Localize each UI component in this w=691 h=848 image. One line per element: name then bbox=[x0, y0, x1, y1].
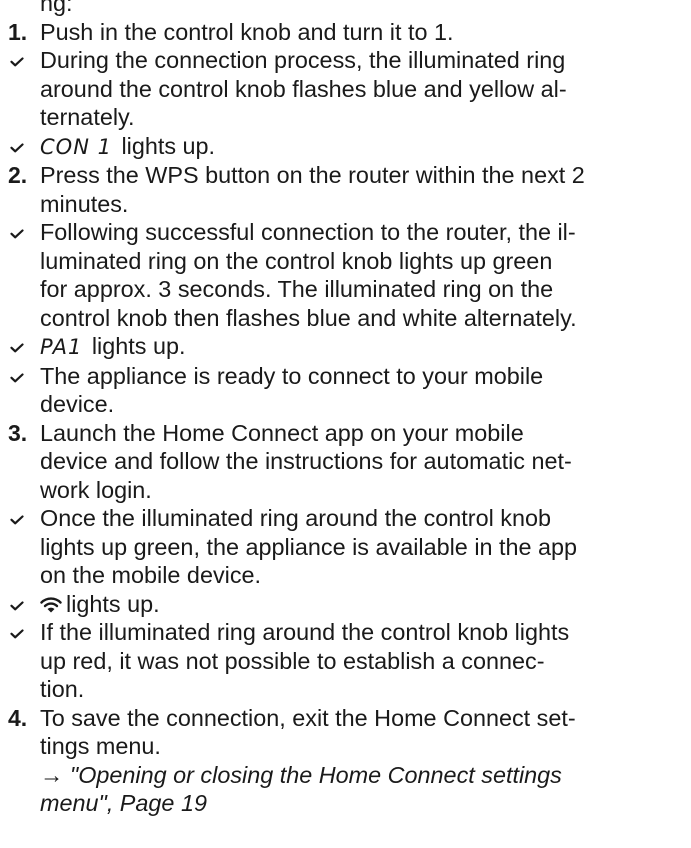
result-line: Once the illuminated ring around the con… bbox=[40, 505, 552, 531]
checkmark-icon bbox=[10, 57, 24, 67]
cross-reference-link[interactable]: → "Opening or closing the Home Connect s… bbox=[40, 761, 683, 790]
step-number: 1. bbox=[8, 18, 28, 45]
step-1: 1. Push in the control knob and turn it … bbox=[0, 18, 691, 47]
result-line: around the control knob flashes blue and… bbox=[40, 75, 567, 102]
step-text: Push in the control knob and turn it to … bbox=[40, 18, 454, 45]
result-line: tion. bbox=[40, 676, 85, 702]
result-ready-to-connect: The appliance is ready to connect to you… bbox=[0, 362, 691, 419]
step-line: work login. bbox=[40, 476, 152, 503]
wifi-icon bbox=[40, 596, 62, 612]
result-line: During the connection process, the illum… bbox=[40, 47, 566, 73]
result-text: lights up. bbox=[66, 590, 160, 617]
checkmark-icon bbox=[10, 600, 24, 610]
result-pa1-lights: PA1 lights up. bbox=[0, 332, 691, 362]
step-line: Press the WPS button on the router withi… bbox=[40, 162, 585, 188]
result-line: lights up green, the appliance is availa… bbox=[40, 533, 578, 560]
checkmark-icon bbox=[10, 142, 24, 152]
result-line: Following successful connection to the r… bbox=[40, 219, 576, 245]
result-line: The appliance is ready to connect to you… bbox=[40, 362, 544, 389]
display-code-con1: CON 1 bbox=[40, 134, 112, 159]
checkmark-icon bbox=[10, 515, 24, 525]
step-2: 2. Press the WPS button on the router wi… bbox=[0, 161, 691, 218]
result-successful-connection: Following successful connection to the r… bbox=[0, 218, 691, 332]
partial-heading: ng: bbox=[0, 0, 691, 18]
result-connection-process: During the connection process, the illum… bbox=[0, 46, 691, 132]
display-code-pa1: PA1 bbox=[40, 335, 83, 359]
result-wifi-lights: lights up. bbox=[0, 590, 691, 619]
checkmark-icon bbox=[10, 629, 24, 639]
checkmark-icon bbox=[10, 372, 24, 382]
result-line: on the mobile device. bbox=[40, 562, 262, 588]
step-line: Launch the Home Connect app on your mobi… bbox=[40, 419, 524, 446]
step-line: tings menu. bbox=[40, 733, 161, 759]
result-text: lights up. bbox=[121, 132, 216, 159]
result-line: device. bbox=[40, 391, 115, 417]
result-line: If the illuminated ring around the contr… bbox=[40, 619, 570, 645]
checkmark-icon bbox=[10, 343, 24, 353]
step-line: device and follow the instructions for a… bbox=[40, 448, 572, 474]
step-number: 2. bbox=[8, 162, 28, 188]
step-line: To save the connection, exit the Home Co… bbox=[40, 704, 576, 731]
step-line: minutes. bbox=[40, 190, 129, 217]
step-number: 4. bbox=[8, 704, 28, 731]
step-3: 3. Launch the Home Connect app on your m… bbox=[0, 419, 691, 505]
result-line: luminated ring on the control knob light… bbox=[40, 247, 553, 274]
result-line: for approx. 3 seconds. The illuminated r… bbox=[40, 276, 554, 302]
cross-reference-link-page[interactable]: menu", Page 19 bbox=[40, 789, 683, 818]
step-4: 4. To save the connection, exit the Home… bbox=[0, 704, 691, 818]
result-line: control knob then flashes blue and white… bbox=[40, 304, 577, 331]
result-available-in-app: Once the illuminated ring around the con… bbox=[0, 504, 691, 590]
checkmark-icon bbox=[10, 229, 24, 239]
result-connection-failed: If the illuminated ring around the contr… bbox=[0, 618, 691, 704]
result-text: lights up. bbox=[91, 333, 186, 359]
partial-heading-text: ng: bbox=[40, 0, 73, 16]
step-number: 3. bbox=[8, 419, 28, 446]
result-line: up red, it was not possible to establish… bbox=[40, 647, 545, 674]
result-line: ternately. bbox=[40, 104, 135, 130]
instructions-page: ng: 1. Push in the control knob and turn… bbox=[0, 0, 691, 818]
result-con1-lights: CON 1 lights up. bbox=[0, 132, 691, 162]
